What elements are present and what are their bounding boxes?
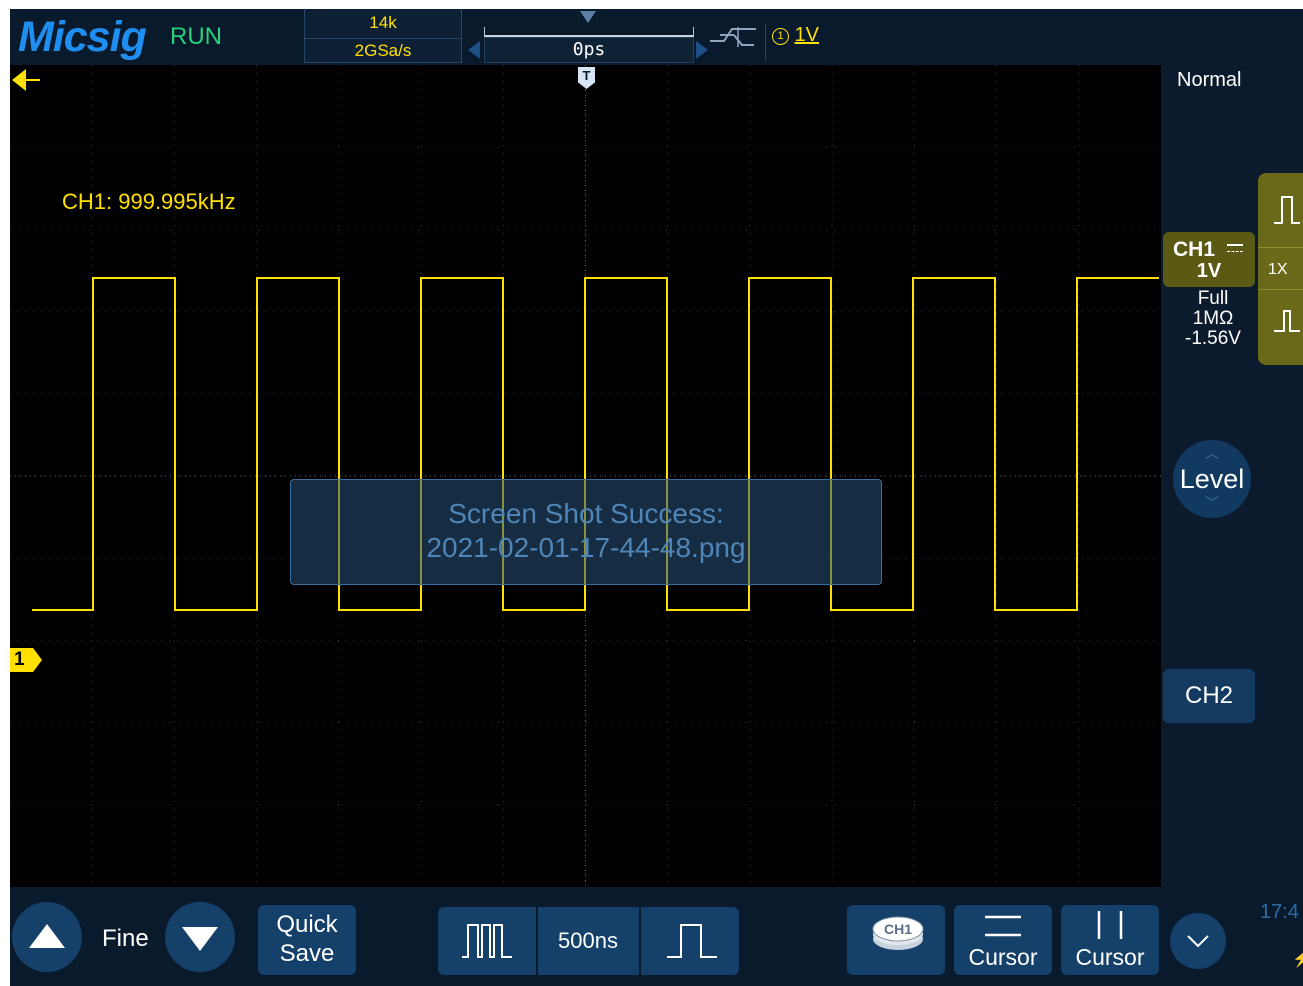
chevron-down-icon <box>1187 935 1209 948</box>
trigger-delay-readout[interactable]: 0ps <box>484 37 694 63</box>
chevron-up-icon: ︿ <box>1205 445 1219 461</box>
quick-save-button[interactable]: Quick Save <box>258 905 356 975</box>
move-right-arrow-icon[interactable] <box>696 41 708 59</box>
ch1-label: CH1 <box>1173 238 1216 261</box>
timebase-increase-button[interactable] <box>438 907 536 975</box>
ch1-channel-button[interactable]: CH1 1V <box>1163 232 1255 287</box>
cursor-h-label: Cursor <box>968 944 1038 970</box>
frequency-readout: CH1: 999.995kHz <box>62 189 236 214</box>
horizontal-cursor-button[interactable]: Cursor <box>954 905 1052 975</box>
channel-stack-label: CH1 <box>884 921 912 937</box>
trigger-channel-badge: 1 <box>772 28 789 45</box>
quick-save-label-2: Save <box>279 940 335 967</box>
channel-stack-icon: CH1 <box>872 916 924 950</box>
brand-logo: Micsig <box>18 13 147 61</box>
probe-settings-panel[interactable]: 1X <box>1258 173 1303 365</box>
probe-factor[interactable]: 1X <box>1268 261 1288 279</box>
dc-coupling-icon <box>1227 244 1243 252</box>
scale-down-button[interactable] <box>165 902 235 972</box>
timebase-decrease-button[interactable] <box>641 907 739 975</box>
ch1-impedance: 1MΩ <box>1192 308 1234 329</box>
waveform-display[interactable]: CH1: 999.995kHz 1 Screen Shot Success: 2… <box>10 65 1161 887</box>
cursor-v-label: Cursor <box>1075 944 1145 970</box>
vertical-cursor-icon <box>1097 911 1123 939</box>
triangle-down-icon <box>182 927 218 951</box>
right-panel: Normal 1X CH1 1V Full 1MΩ -1.56V ︿ Level <box>1161 65 1303 887</box>
scale-up-button[interactable] <box>12 902 82 972</box>
ch1-scale: 1V <box>1196 260 1222 282</box>
ch2-channel-button[interactable]: CH2 <box>1163 669 1255 723</box>
pulse-narrow-icon[interactable] <box>1272 309 1302 333</box>
timebase-value[interactable]: 500ns <box>537 907 639 975</box>
trigger-mode[interactable]: Normal <box>1177 69 1241 92</box>
ch1-details: Full 1MΩ -1.56V <box>1169 289 1257 349</box>
expand-menu-button[interactable] <box>1170 913 1226 969</box>
trigger-info[interactable]: 1 1V <box>765 24 1303 61</box>
ch1-offset: -1.56V <box>1185 328 1241 349</box>
battery-icon: ⚡ <box>1292 951 1303 968</box>
trigger-position-control[interactable]: 0ps <box>468 9 708 65</box>
clock: 17:4 <box>1260 901 1299 923</box>
chevron-down-icon: ﹀ <box>1205 495 1219 511</box>
probe-divider <box>1258 289 1303 290</box>
probe-divider <box>1258 247 1303 248</box>
bottom-toolbar: Fine Quick Save 500ns CH1 Cursor Cursor … <box>10 887 1303 986</box>
edge-trigger-icon[interactable] <box>710 27 756 47</box>
quick-save-label-1: Quick <box>276 911 338 938</box>
trigger-position-marker <box>580 11 596 23</box>
timebase-control[interactable]: 500ns <box>438 907 739 975</box>
memory-depth: 14k <box>369 13 397 32</box>
oscilloscope-screen: Micsig RUN 14k 2GSa/s 0ps 1 1V CH1: 999.… <box>10 9 1303 986</box>
ch1-bandwidth: Full <box>1197 288 1229 309</box>
single-pulse-icon <box>667 924 717 958</box>
trigger-level-value: 1V <box>794 24 820 46</box>
level-label: Level <box>1179 464 1245 494</box>
sample-rate: 2GSa/s <box>305 38 461 61</box>
acquisition-info[interactable]: 14k 2GSa/s <box>304 9 462 63</box>
horizontal-cursor-icon <box>985 915 1021 937</box>
trigger-level-arrow-icon[interactable] <box>10 65 42 95</box>
top-bar: Micsig RUN 14k 2GSa/s 0ps 1 1V <box>10 9 1303 65</box>
triangle-up-icon <box>29 924 65 948</box>
channel-select-button[interactable]: CH1 <box>847 905 945 975</box>
toast-filename: 2021-02-01-17-44-48.png <box>426 532 746 563</box>
screenshot-toast: Screen Shot Success: 2021-02-01-17-44-48… <box>290 479 882 585</box>
dense-pulse-icon <box>462 924 512 958</box>
fine-adjust-label[interactable]: Fine <box>102 925 149 953</box>
memory-position-bar <box>484 27 694 37</box>
trigger-level-knob[interactable]: ︿ Level ﹀ <box>1173 440 1251 518</box>
pulse-wide-icon[interactable] <box>1272 195 1302 225</box>
vertical-cursor-button[interactable]: Cursor <box>1061 905 1159 975</box>
toast-title: Screen Shot Success: <box>448 498 724 529</box>
move-left-arrow-icon[interactable] <box>468 41 480 59</box>
run-stop-status[interactable]: RUN <box>170 23 222 51</box>
